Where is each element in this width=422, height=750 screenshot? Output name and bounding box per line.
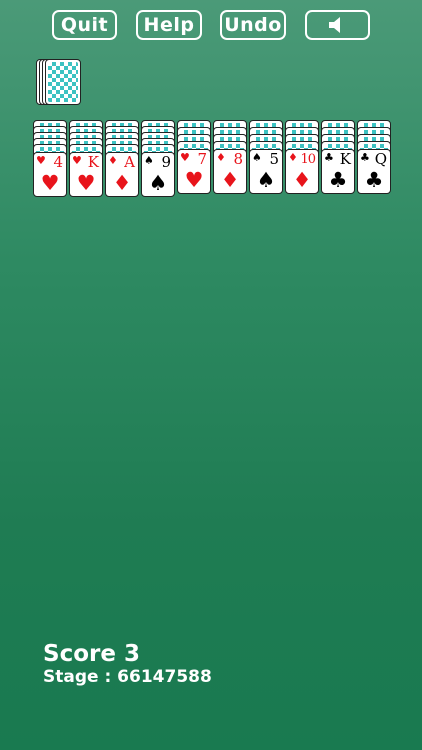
card-rank: K — [339, 150, 351, 168]
diamonds-suit-icon: ♦ — [220, 168, 240, 192]
sound-toggle-button[interactable] — [305, 10, 370, 40]
stage-label: Stage : 66147588 — [43, 667, 212, 687]
hearts-suit-icon: ♥ — [180, 151, 190, 164]
diamonds-suit-icon: ♦ — [112, 171, 132, 195]
score-label: Score 3 — [43, 641, 140, 667]
clubs-suit-icon: ♣ — [328, 168, 348, 192]
tableau-column[interactable]: ♠ 9 ♠ — [141, 120, 175, 202]
spades-suit-icon: ♠ — [144, 154, 154, 167]
faceup-card[interactable]: ♥ K ♥ — [69, 152, 103, 197]
toolbar: Quit Help Undo — [0, 10, 422, 44]
clubs-suit-icon: ♣ — [324, 151, 334, 164]
card-rank: 5 — [269, 150, 279, 168]
spades-suit-icon: ♠ — [256, 168, 276, 192]
speaker-icon — [328, 17, 340, 33]
tableau-column[interactable]: ♣ Q ♣ — [357, 120, 391, 202]
faceup-card[interactable]: ♦ 8 ♦ — [213, 149, 247, 194]
faceup-card[interactable]: ♣ K ♣ — [321, 149, 355, 194]
clubs-suit-icon: ♣ — [364, 168, 384, 192]
clubs-suit-icon: ♣ — [360, 151, 370, 164]
faceup-card[interactable]: ♦ 10 ♦ — [285, 149, 319, 194]
tableau-column[interactable]: ♠ 5 ♠ — [249, 120, 283, 202]
diamonds-suit-icon: ♦ — [216, 151, 226, 164]
faceup-card[interactable]: ♠ 9 ♠ — [141, 152, 175, 197]
diamonds-suit-icon: ♦ — [288, 151, 298, 164]
spades-suit-icon: ♠ — [252, 151, 262, 164]
faceup-card[interactable]: ♥ 7 ♥ — [177, 149, 211, 194]
hearts-suit-icon: ♥ — [40, 171, 60, 195]
tableau-column[interactable]: ♣ K ♣ — [321, 120, 355, 202]
card-rank: 8 — [233, 150, 243, 168]
undo-button[interactable]: Undo — [220, 10, 286, 40]
tableau-column[interactable]: ♦ 8 ♦ — [213, 120, 247, 202]
tableau: ♥ 4 ♥ ♥ K ♥ ♦ A ♦ ♠ 9 ♠ ♥ 7 ♥ ♦ 8 ♦ ♠ 5 ♠ ♦ 10 ♦ ♣ K ♣ ♣ Q ♣ — [0, 120, 422, 210]
faceup-card[interactable]: ♦ A ♦ — [105, 152, 139, 197]
card-rank: 7 — [197, 150, 207, 168]
tableau-column[interactable]: ♥ K ♥ — [69, 120, 103, 202]
hearts-suit-icon: ♥ — [72, 154, 82, 167]
tableau-column[interactable]: ♦ A ♦ — [105, 120, 139, 202]
diamonds-suit-icon: ♦ — [292, 168, 312, 192]
card-back-pattern — [48, 62, 78, 102]
card-rank: K — [87, 153, 99, 171]
diamonds-suit-icon: ♦ — [108, 154, 118, 167]
stock-card — [45, 59, 81, 105]
tableau-column[interactable]: ♥ 7 ♥ — [177, 120, 211, 202]
card-rank: 9 — [161, 153, 171, 171]
tableau-column[interactable]: ♥ 4 ♥ — [33, 120, 67, 202]
quit-button[interactable]: Quit — [52, 10, 117, 40]
card-rank: 10 — [300, 152, 316, 167]
faceup-card[interactable]: ♥ 4 ♥ — [33, 152, 67, 197]
card-rank: 4 — [53, 153, 63, 171]
hearts-suit-icon: ♥ — [36, 154, 46, 167]
card-rank: Q — [374, 150, 387, 168]
faceup-card[interactable]: ♠ 5 ♠ — [249, 149, 283, 194]
spades-suit-icon: ♠ — [148, 171, 168, 195]
stock-pile[interactable] — [36, 59, 86, 107]
hearts-suit-icon: ♥ — [184, 168, 204, 192]
card-rank: A — [124, 153, 135, 171]
faceup-card[interactable]: ♣ Q ♣ — [357, 149, 391, 194]
tableau-column[interactable]: ♦ 10 ♦ — [285, 120, 319, 202]
help-button[interactable]: Help — [136, 10, 202, 40]
hearts-suit-icon: ♥ — [76, 171, 96, 195]
